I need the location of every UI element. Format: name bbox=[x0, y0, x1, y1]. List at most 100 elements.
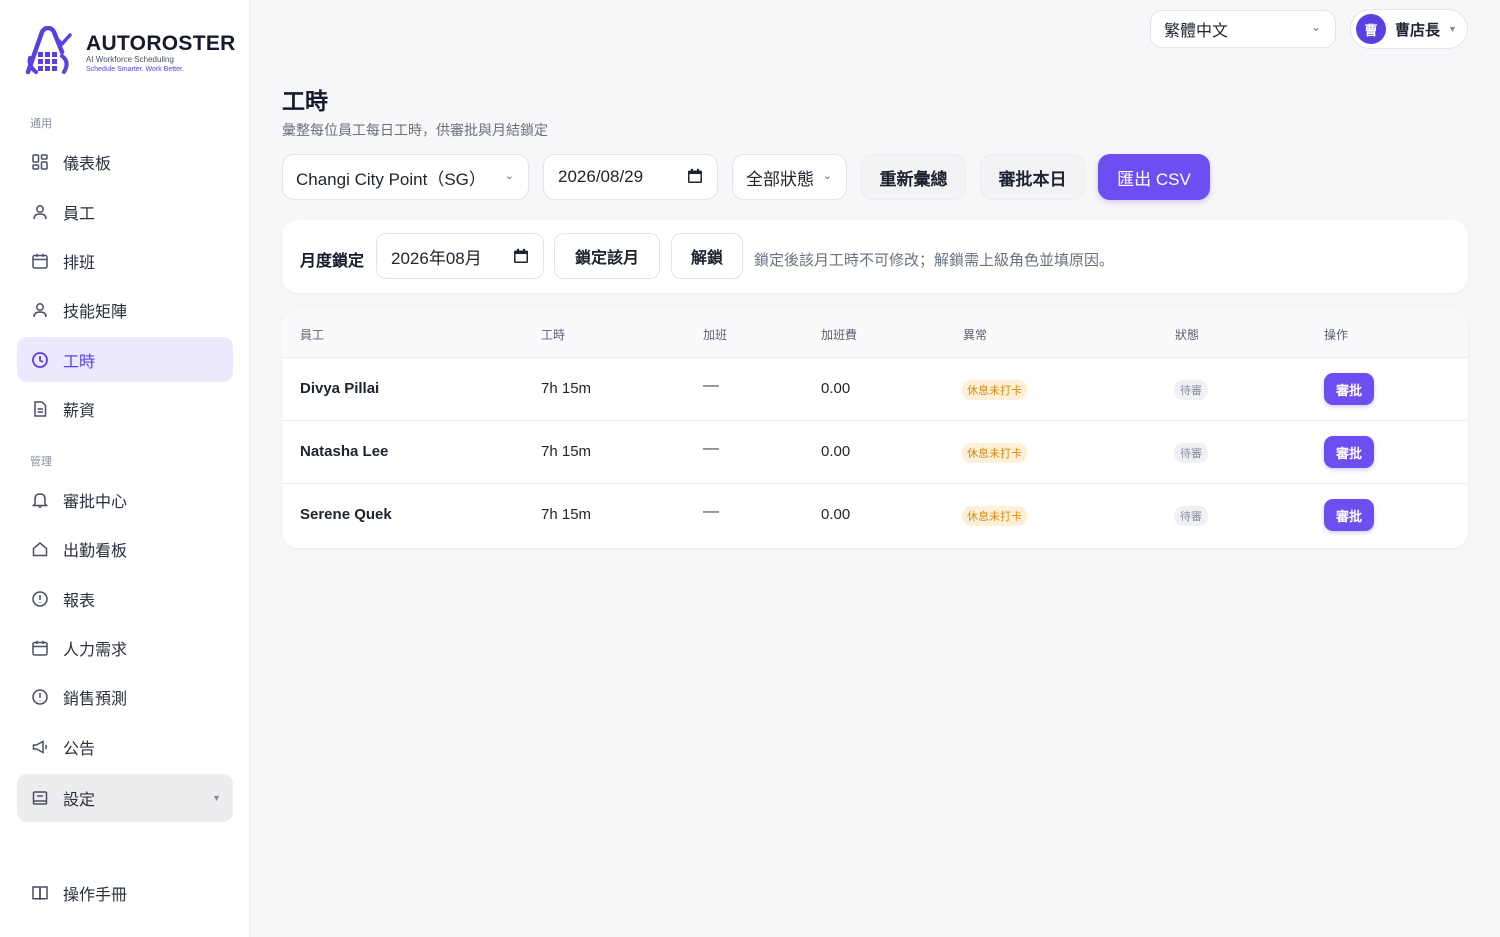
sidebar-item-label: 操作手冊 bbox=[63, 886, 128, 904]
month-input[interactable]: 2026年08月 bbox=[376, 233, 544, 279]
monthly-lock-label: 月度鎖定 bbox=[300, 253, 365, 270]
work-hours: 7h 15m bbox=[541, 443, 592, 460]
user-menu[interactable]: 曹 曹店長 ▼ bbox=[1350, 9, 1468, 49]
sidebar-item-employees[interactable]: 員工 bbox=[17, 189, 233, 234]
sidebar-item-label: 公告 bbox=[63, 740, 96, 758]
sidebar-item-label: 銷售預測 bbox=[63, 690, 128, 708]
calendar-icon bbox=[31, 252, 49, 270]
store-select[interactable]: Changi City Point（SG） ⌄ bbox=[282, 154, 529, 200]
approve-button[interactable]: 審批 bbox=[1324, 436, 1374, 468]
language-select[interactable]: 繁體中文 ⌄ bbox=[1150, 10, 1336, 48]
avatar: 曹 bbox=[1356, 14, 1386, 44]
calendar-icon[interactable] bbox=[687, 168, 703, 184]
table-header: 員工 工時 加班 加班費 異常 狀態 操作 bbox=[282, 310, 1468, 358]
date-input[interactable]: 2026/08/29 bbox=[543, 154, 718, 200]
column-header-overtime: 加班 bbox=[703, 328, 728, 342]
sidebar-item-settings[interactable]: 設定 ▼ bbox=[17, 774, 233, 822]
overtime-pay: 0.00 bbox=[821, 380, 851, 397]
chevron-down-icon: ▼ bbox=[1448, 24, 1457, 34]
book-icon bbox=[31, 884, 49, 902]
sidebar-item-label: 薪資 bbox=[63, 402, 96, 420]
sidebar-item-label: 報表 bbox=[63, 592, 96, 610]
sidebar-item-schedule[interactable]: 排班 bbox=[17, 238, 233, 283]
approve-button[interactable]: 審批 bbox=[1324, 373, 1374, 405]
anomaly-badge: 休息未打卡 bbox=[962, 380, 1027, 400]
month-value: 2026年08月 bbox=[391, 248, 482, 268]
sidebar-item-staffing-demand[interactable]: 人力需求 bbox=[17, 625, 233, 670]
sidebar-item-skill-matrix[interactable]: 技能矩陣 bbox=[17, 287, 233, 332]
chevron-down-icon: ⌄ bbox=[822, 170, 832, 182]
user-icon bbox=[31, 301, 49, 319]
table-row: Serene Quek 7h 15m — 0.00 休息未打卡 待審 審批 bbox=[282, 484, 1468, 547]
status-filter-select[interactable]: 全部狀態 ⌄ bbox=[732, 154, 847, 200]
sidebar: AUTOROSTER AI Workforce Scheduling Sched… bbox=[0, 0, 250, 937]
alert-circle-icon bbox=[31, 590, 49, 608]
sidebar-item-manual[interactable]: 操作手冊 bbox=[17, 870, 233, 915]
alert-circle-icon bbox=[31, 688, 49, 706]
lock-month-button[interactable]: 鎖定該月 bbox=[554, 233, 660, 279]
grid-icon bbox=[31, 153, 49, 171]
sidebar-item-dashboard[interactable]: 儀表板 bbox=[17, 139, 233, 184]
sidebar-item-timesheet[interactable]: 工時 bbox=[17, 337, 233, 382]
overtime: — bbox=[703, 440, 719, 457]
sidebar-item-label: 工時 bbox=[63, 353, 96, 371]
employee-name: Divya Pillai bbox=[300, 380, 380, 397]
brand-tagline: AI Workforce Scheduling bbox=[86, 55, 174, 64]
user-icon bbox=[31, 203, 49, 221]
anomaly-badge: 休息未打卡 bbox=[962, 443, 1027, 463]
sidebar-item-payroll[interactable]: 薪資 bbox=[17, 386, 233, 431]
brand-logo[interactable]: AUTOROSTER AI Workforce Scheduling Sched… bbox=[22, 26, 235, 80]
sidebar-item-announcements[interactable]: 公告 bbox=[17, 724, 233, 769]
sidebar-item-label: 儀表板 bbox=[63, 155, 112, 173]
chevron-down-icon: ⌄ bbox=[1310, 20, 1321, 34]
status-filter-value: 全部狀態 bbox=[746, 169, 814, 189]
work-hours: 7h 15m bbox=[541, 506, 592, 523]
export-csv-button[interactable]: 匯出 CSV bbox=[1098, 154, 1210, 200]
unlock-button[interactable]: 解鎖 bbox=[671, 233, 743, 279]
employee-name: Natasha Lee bbox=[300, 443, 389, 460]
overtime: — bbox=[703, 377, 719, 394]
sidebar-item-label: 設定 bbox=[63, 792, 96, 809]
status-badge: 待審 bbox=[1174, 380, 1208, 400]
column-header-anomaly: 異常 bbox=[963, 328, 988, 342]
monthly-lock-panel: 月度鎖定 2026年08月 鎖定該月 解鎖 鎖定後該月工時不可修改；解鎖需上級角… bbox=[282, 220, 1468, 293]
status-badge: 待審 bbox=[1174, 443, 1208, 463]
recompute-button[interactable]: 重新彙總 bbox=[861, 154, 966, 200]
section-label-general: 通用 bbox=[30, 118, 52, 130]
lock-note: 鎖定後該月工時不可修改；解鎖需上級角色並填原因。 bbox=[754, 252, 1115, 269]
sidebar-item-attendance-board[interactable]: 出勤看板 bbox=[17, 526, 233, 571]
sidebar-item-approvals[interactable]: 審批中心 bbox=[17, 477, 233, 522]
autoroster-logo-icon bbox=[25, 26, 72, 75]
megaphone-icon bbox=[31, 738, 49, 756]
language-value: 繁體中文 bbox=[1164, 23, 1229, 40]
overtime-pay: 0.00 bbox=[821, 506, 851, 523]
table-row: Natasha Lee 7h 15m — 0.00 休息未打卡 待審 審批 bbox=[282, 421, 1468, 484]
column-header-status: 狀態 bbox=[1175, 328, 1200, 342]
overtime-pay: 0.00 bbox=[821, 443, 851, 460]
calendar-icon[interactable] bbox=[513, 248, 529, 264]
page-subtitle: 彙整每位員工每日工時，供審批與月結鎖定 bbox=[282, 122, 548, 138]
column-header-hours: 工時 bbox=[541, 328, 566, 342]
sidebar-item-reports[interactable]: 報表 bbox=[17, 576, 233, 621]
chevron-down-icon: ⌄ bbox=[504, 170, 514, 182]
table-row: Divya Pillai 7h 15m — 0.00 休息未打卡 待審 審批 bbox=[282, 358, 1468, 421]
calendar-icon bbox=[31, 639, 49, 657]
anomaly-badge: 休息未打卡 bbox=[962, 506, 1027, 526]
status-badge: 待審 bbox=[1174, 506, 1208, 526]
sidebar-item-label: 人力需求 bbox=[63, 641, 128, 659]
clock-icon bbox=[31, 351, 49, 369]
approve-day-button[interactable]: 審批本日 bbox=[980, 154, 1085, 200]
brand-slogan: Schedule Smarter. Work Better. bbox=[86, 66, 184, 73]
approve-button[interactable]: 審批 bbox=[1324, 499, 1374, 531]
brand-name: AUTOROSTER bbox=[86, 32, 236, 55]
sidebar-item-label: 員工 bbox=[63, 205, 96, 223]
sidebar-item-label: 出勤看板 bbox=[63, 542, 128, 560]
home-icon bbox=[31, 540, 49, 558]
page-title: 工時 bbox=[282, 88, 328, 114]
user-name: 曹店長 bbox=[1395, 21, 1441, 39]
sidebar-item-sales-forecast[interactable]: 銷售預測 bbox=[17, 674, 233, 719]
store-icon bbox=[31, 789, 49, 807]
timesheet-table: 員工 工時 加班 加班費 異常 狀態 操作 Divya Pillai 7h 15… bbox=[282, 310, 1468, 548]
column-header-actions: 操作 bbox=[1324, 328, 1349, 342]
document-icon bbox=[31, 400, 49, 418]
